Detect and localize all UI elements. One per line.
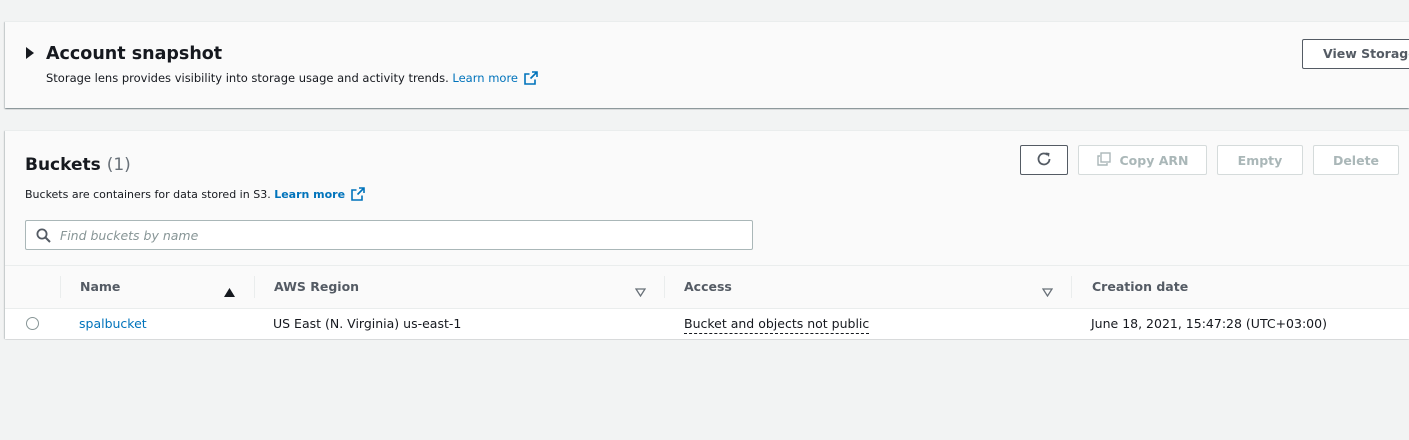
buckets-learn-more-link[interactable]: Learn more bbox=[274, 188, 345, 201]
column-header-creation-date[interactable]: Creation date bbox=[1092, 266, 1188, 308]
copy-icon bbox=[1096, 151, 1120, 169]
find-buckets-search bbox=[25, 220, 753, 250]
account-snapshot-title[interactable]: Account snapshot bbox=[46, 43, 222, 65]
account-snapshot-learn-more-link[interactable]: Learn more bbox=[452, 71, 518, 85]
buckets-title-text: Buckets bbox=[25, 155, 101, 175]
search-icon bbox=[36, 228, 51, 247]
account-snapshot-description: Storage lens provides visibility into st… bbox=[46, 70, 538, 89]
column-header-name[interactable]: Name bbox=[80, 266, 120, 308]
buckets-description: Buckets are containers for data stored i… bbox=[25, 187, 365, 206]
delete-button[interactable]: Delete bbox=[1313, 145, 1399, 175]
external-link-icon[interactable] bbox=[351, 187, 365, 206]
table-header: Name AWS Region Access Creation date bbox=[5, 265, 1409, 309]
buckets-description-text: Buckets are containers for data stored i… bbox=[25, 188, 271, 201]
account-snapshot-panel: Account snapshot Storage lens provides v… bbox=[5, 21, 1409, 108]
buckets-title: Buckets (1) bbox=[25, 154, 131, 176]
expand-caret-icon[interactable] bbox=[25, 47, 37, 59]
bucket-creation-date: June 18, 2021, 15:47:28 (UTC+03:00) bbox=[1091, 316, 1327, 331]
empty-button[interactable]: Empty bbox=[1217, 145, 1303, 175]
copy-arn-button[interactable]: Copy ARN bbox=[1078, 145, 1207, 175]
refresh-button[interactable] bbox=[1020, 145, 1068, 175]
column-header-access[interactable]: Access bbox=[684, 266, 732, 308]
bucket-name-link[interactable]: spalbucket bbox=[79, 316, 147, 331]
copy-arn-label: Copy ARN bbox=[1119, 152, 1189, 168]
search-input[interactable] bbox=[60, 221, 740, 249]
bucket-access-status[interactable]: Bucket and objects not public bbox=[684, 316, 870, 334]
buckets-count: (1) bbox=[106, 155, 131, 175]
table-row: spalbucket US East (N. Virginia) us-east… bbox=[5, 309, 1409, 339]
column-header-region[interactable]: AWS Region bbox=[274, 266, 359, 308]
buckets-header: Buckets (1) Buckets are containers for d… bbox=[5, 131, 1409, 265]
refresh-icon bbox=[1035, 150, 1053, 171]
sort-ascending-icon[interactable] bbox=[224, 282, 235, 301]
column-separator bbox=[254, 276, 255, 298]
bucket-region: US East (N. Virginia) us-east-1 bbox=[273, 316, 462, 331]
view-storage-lens-button[interactable]: View Storage bbox=[1302, 39, 1409, 69]
external-link-icon[interactable] bbox=[524, 71, 538, 89]
sort-caret-down-icon[interactable] bbox=[634, 282, 647, 301]
row-select-radio[interactable] bbox=[26, 317, 39, 330]
buckets-panel: Buckets (1) Buckets are containers for d… bbox=[5, 130, 1409, 339]
sort-caret-down-icon[interactable] bbox=[1041, 282, 1054, 301]
account-snapshot-description-text: Storage lens provides visibility into st… bbox=[46, 71, 449, 85]
column-separator bbox=[60, 276, 61, 298]
column-separator bbox=[1071, 276, 1072, 298]
column-separator bbox=[664, 276, 665, 298]
